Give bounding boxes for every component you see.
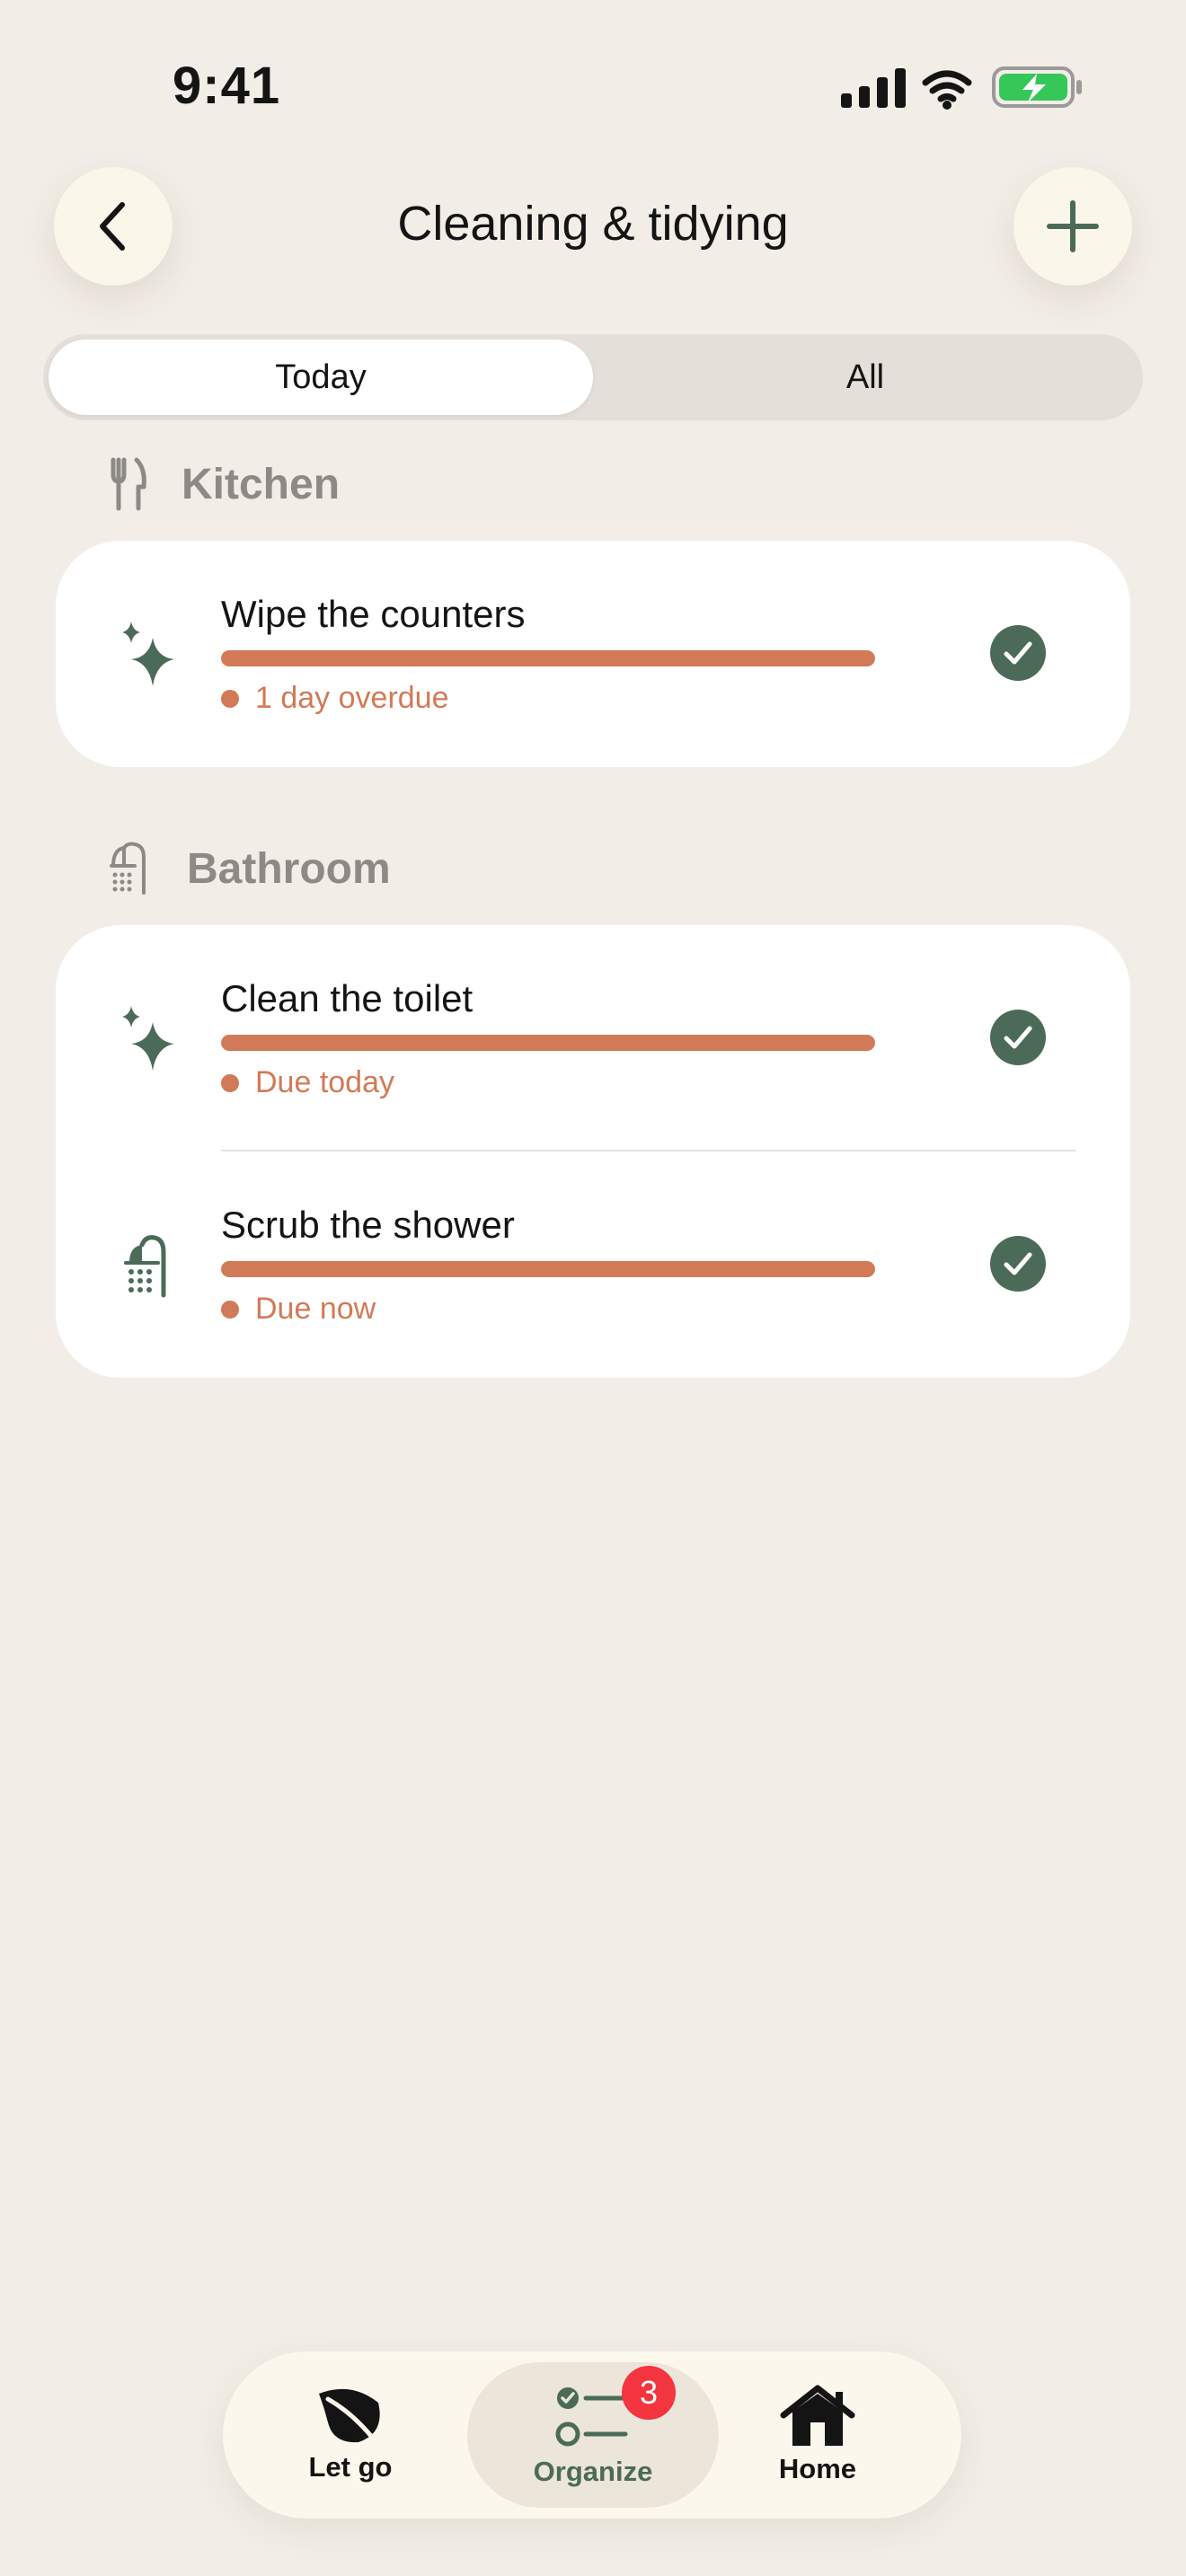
due-progress-bar xyxy=(221,650,875,666)
section-header-bathroom: Bathroom xyxy=(108,841,391,896)
screen: 9:41 Cleaning & tidying Today All Kitche… xyxy=(0,0,1186,2576)
due-status: 1 day overdue xyxy=(221,681,449,716)
due-dot xyxy=(221,689,239,708)
complete-button[interactable] xyxy=(990,1236,1046,1292)
task-row[interactable]: Wipe the counters 1 day overdue xyxy=(56,541,1130,767)
task-name: Wipe the counters xyxy=(221,593,526,635)
leaf-icon xyxy=(319,2388,380,2443)
task-row[interactable]: Clean the toilet Due today xyxy=(56,925,1130,1151)
fork-knife-icon xyxy=(111,457,146,511)
checkmark-icon xyxy=(1004,641,1032,665)
segment-today[interactable]: Today xyxy=(49,340,593,415)
section-label-kitchen: Kitchen xyxy=(181,460,341,508)
bathroom-card: Clean the toilet Due today Scrub the sho… xyxy=(56,925,1130,1378)
kitchen-card: Wipe the counters 1 day overdue xyxy=(56,541,1130,767)
due-progress-bar xyxy=(221,1035,875,1051)
due-dot xyxy=(221,1300,239,1319)
due-progress-fill xyxy=(221,1261,875,1277)
page-title: Cleaning & tidying xyxy=(397,197,789,251)
battery-icon xyxy=(992,66,1082,108)
complete-button[interactable] xyxy=(990,1010,1046,1065)
notification-badge: 3 xyxy=(622,2366,676,2420)
due-status: Due now xyxy=(221,1292,376,1327)
due-text: 1 day overdue xyxy=(255,681,449,715)
checklist-icon xyxy=(555,2387,628,2447)
section-header-kitchen: Kitchen xyxy=(108,456,340,512)
due-dot xyxy=(221,1073,239,1092)
task-row[interactable]: Scrub the shower Due now xyxy=(56,1151,1130,1378)
tab-let-go[interactable]: Let go xyxy=(277,2362,424,2508)
shower-icon xyxy=(110,842,146,895)
due-text: Due now xyxy=(255,1292,376,1326)
wifi-icon xyxy=(922,70,972,102)
sparkles-icon xyxy=(122,622,174,686)
plus-icon xyxy=(1047,200,1099,252)
section-label-bathroom: Bathroom xyxy=(187,844,391,893)
due-progress-bar xyxy=(221,1261,875,1277)
checkmark-icon xyxy=(1004,1252,1032,1275)
shower-icon xyxy=(124,1235,166,1298)
sparkles-icon xyxy=(122,1006,174,1071)
house-icon xyxy=(780,2385,855,2446)
checkmark-icon xyxy=(1004,1026,1032,1049)
tab-home[interactable]: Home xyxy=(744,2362,891,2508)
due-progress-fill xyxy=(221,650,875,666)
add-button[interactable] xyxy=(1013,167,1132,286)
tab-label: Let go xyxy=(308,2451,393,2483)
due-progress-fill xyxy=(221,1035,875,1051)
task-name: Clean the toilet xyxy=(221,977,474,1019)
task-name: Scrub the shower xyxy=(221,1204,515,1246)
tab-organize[interactable]: Organize xyxy=(467,2362,719,2508)
tab-label: Home xyxy=(778,2453,857,2484)
status-icons xyxy=(841,66,1082,110)
tab-label: Organize xyxy=(533,2456,653,2487)
segment-all[interactable]: All xyxy=(593,340,1137,415)
tab-bar: Let go Organize 3 Home xyxy=(223,2351,961,2519)
signal-icon xyxy=(841,68,906,108)
due-status: Due today xyxy=(221,1065,394,1100)
complete-button[interactable] xyxy=(990,625,1046,681)
due-text: Due today xyxy=(255,1065,394,1099)
segmented-control: Today All xyxy=(43,334,1143,420)
status-time: 9:41 xyxy=(173,57,281,115)
